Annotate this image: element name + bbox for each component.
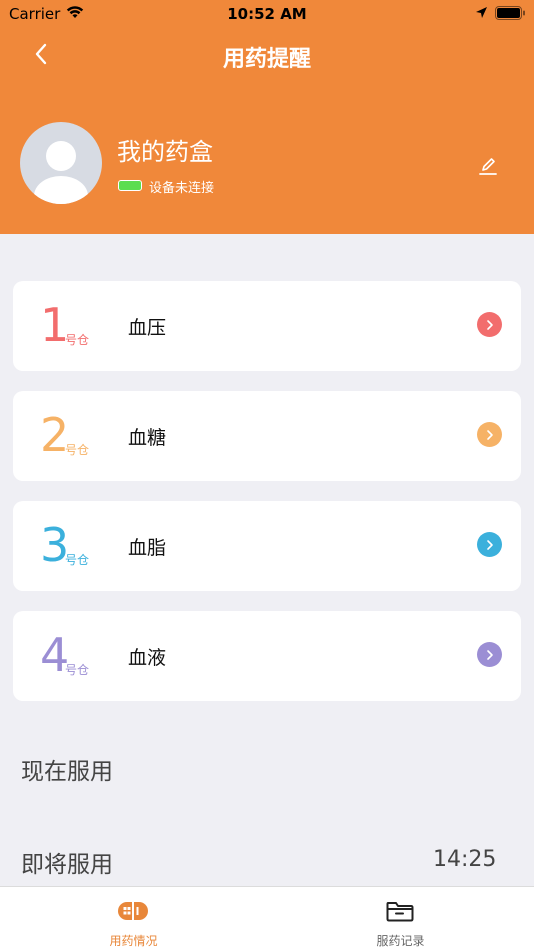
device-name: 我的药盒 [117, 138, 213, 166]
compartment-label: 血液 [128, 647, 167, 669]
compartment-card-1[interactable]: 1 号仓 血压 [13, 281, 521, 371]
edit-button[interactable] [476, 154, 500, 178]
tab-label: 服药记录 [376, 934, 425, 948]
upcoming-time: 14:25 [433, 847, 497, 872]
section-upcoming: 即将服用 [21, 852, 113, 878]
location-arrow-icon [476, 7, 487, 18]
folder-icon [386, 902, 414, 922]
tab-medication-status[interactable]: 用药情况 [0, 887, 267, 950]
compartment-card-3[interactable]: 3 号仓 血脂 [13, 501, 521, 591]
avatar[interactable] [20, 122, 102, 204]
header: Carrier 10:52 AM 用药提醒 我的药盒 设备未连接 [0, 0, 534, 234]
compartment-suffix: 号仓 [65, 333, 90, 347]
pill-icon [118, 902, 148, 920]
chevron-right-icon [477, 422, 502, 447]
tab-medication-records[interactable]: 服药记录 [267, 887, 534, 950]
compartment-label: 血糖 [128, 427, 167, 449]
compartment-label: 血脂 [128, 537, 167, 559]
compartment-suffix: 号仓 [65, 553, 90, 567]
section-take-now: 现在服用 [21, 759, 113, 785]
status-bar: Carrier 10:52 AM [0, 0, 534, 28]
user-silhouette-icon [34, 141, 88, 204]
compartment-card-4[interactable]: 4 号仓 血液 [13, 611, 521, 701]
compartment-suffix: 号仓 [65, 663, 90, 677]
pencil-icon [479, 158, 497, 175]
chevron-right-icon [477, 312, 502, 337]
chevron-right-icon [477, 532, 502, 557]
tab-bar: 用药情况 服药记录 [0, 886, 534, 950]
compartment-suffix: 号仓 [65, 443, 90, 457]
battery-icon [495, 6, 525, 20]
connection-status-indicator [118, 180, 142, 191]
chevron-right-icon [477, 642, 502, 667]
page-title: 用药提醒 [222, 47, 311, 72]
compartment-card-2[interactable]: 2 号仓 血糖 [13, 391, 521, 481]
device-status: 设备未连接 [149, 181, 215, 196]
tab-label: 用药情况 [109, 934, 158, 948]
compartment-label: 血压 [128, 317, 167, 339]
status-time: 10:52 AM [227, 5, 307, 23]
